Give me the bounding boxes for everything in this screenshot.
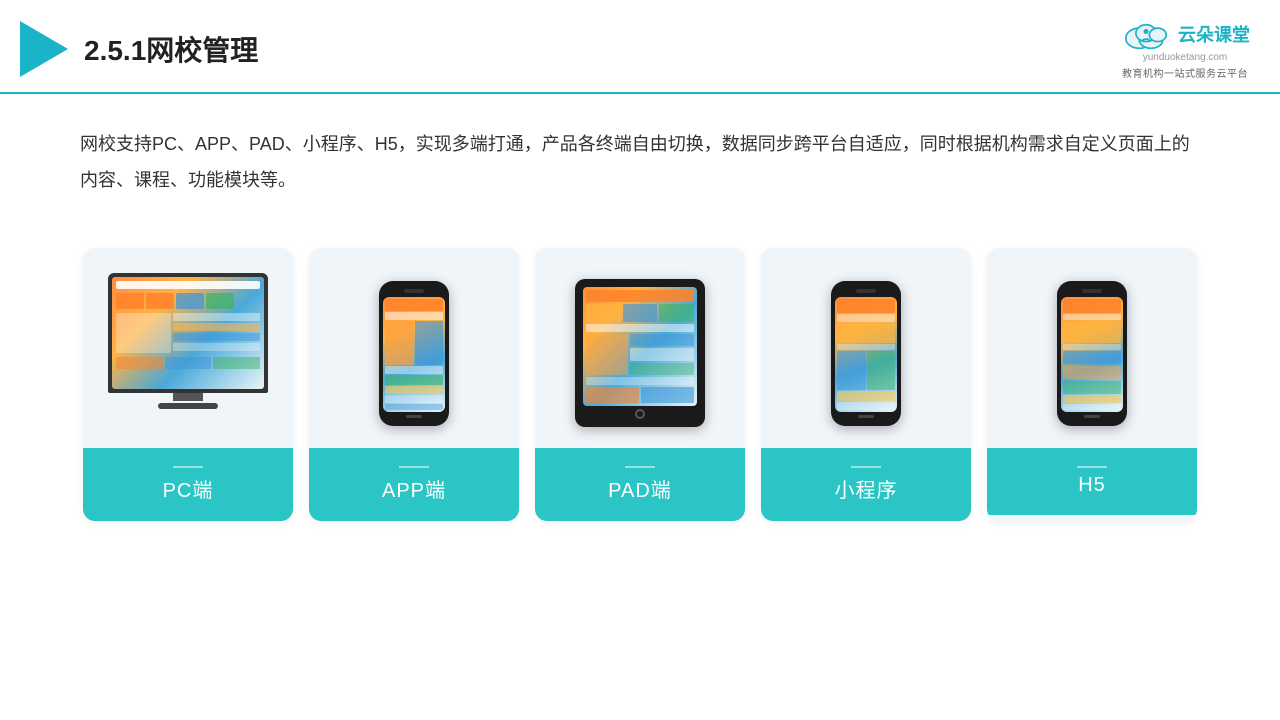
card-h5-image: [987, 248, 1197, 448]
card-miniprogram: 小程序: [761, 248, 971, 521]
page-title: 2.5.1网校管理: [84, 29, 258, 69]
card-app: APP端: [309, 248, 519, 521]
pc-base: [158, 403, 218, 409]
card-miniprogram-image: [761, 248, 971, 448]
card-h5: H5: [987, 248, 1197, 521]
cloud-icon: [1120, 18, 1172, 50]
pc-mockup: [103, 273, 273, 433]
card-pc-label: PC端: [83, 448, 293, 521]
miniprogram-screen: [835, 297, 897, 412]
pad-mockup: [575, 279, 705, 427]
header: 2.5.1网校管理 云朵课堂 yunduoketang.com 教育机构一站式服…: [0, 0, 1280, 94]
miniprogram-phone-mockup: [831, 281, 901, 426]
phone-notch: [404, 289, 424, 293]
cards-container: PC端: [0, 228, 1280, 541]
card-pc: PC端: [83, 248, 293, 521]
pad-screen: [583, 287, 697, 406]
phone-screen: [383, 297, 445, 412]
pc-screen-inner: [112, 277, 264, 389]
logo-url: yunduoketang.com: [1143, 52, 1228, 63]
card-pad: PAD端: [535, 248, 745, 521]
play-icon: [20, 21, 68, 77]
cloud-logo-container: 云朵课堂: [1120, 18, 1250, 50]
card-pc-image: [83, 248, 293, 448]
brand-logo: 云朵课堂 yunduoketang.com 教育机构一站式服务云平台: [1120, 18, 1250, 80]
pad-home-btn: [635, 409, 645, 419]
card-pad-image: [535, 248, 745, 448]
phone-home-btn: [406, 415, 422, 418]
card-app-label: APP端: [309, 448, 519, 521]
card-pad-label: PAD端: [535, 448, 745, 521]
phone-home-h5: [1084, 415, 1100, 418]
description-text: 网校支持PC、APP、PAD、小程序、H5，实现多端打通，产品各终端自由切换，数…: [0, 94, 1280, 218]
description-paragraph: 网校支持PC、APP、PAD、小程序、H5，实现多端打通，产品各终端自由切换，数…: [80, 126, 1200, 198]
card-h5-label: H5: [987, 448, 1197, 515]
phone-notch-h5: [1082, 289, 1102, 293]
h5-screen: [1061, 297, 1123, 412]
pc-stand: [173, 393, 203, 401]
card-app-image: [309, 248, 519, 448]
card-miniprogram-label: 小程序: [761, 448, 971, 521]
pc-screen-outer: [108, 273, 268, 393]
app-phone-mockup: [379, 281, 449, 426]
h5-phone-mockup: [1057, 281, 1127, 426]
phone-notch-mini: [856, 289, 876, 293]
logo-name-text: 云朵课堂: [1178, 21, 1250, 47]
phone-home-mini: [858, 415, 874, 418]
logo-tagline: 教育机构一站式服务云平台: [1122, 65, 1248, 80]
header-left: 2.5.1网校管理: [20, 21, 258, 77]
